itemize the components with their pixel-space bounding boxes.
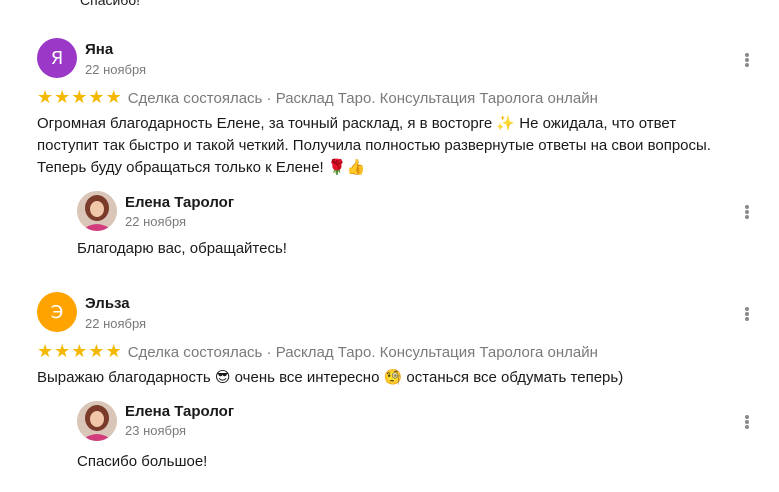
star-icon: ★ <box>88 87 105 108</box>
star-icon: ★ <box>88 341 105 362</box>
review-text: Огромная благодарность Елене, за точный … <box>37 113 711 179</box>
review-text-line: Выражаю благодарность 😎 очень все интере… <box>37 369 624 386</box>
review-text: Выражаю благодарность 😎 очень все интере… <box>37 367 623 389</box>
rating-stars: ★ ★ ★ ★ ★ <box>37 343 122 361</box>
more-options-icon[interactable] <box>740 413 754 431</box>
rating-stars: ★ ★ ★ ★ ★ <box>37 89 122 107</box>
seller-avatar[interactable] <box>77 191 117 231</box>
star-icon: ★ <box>105 341 122 362</box>
review-author[interactable]: Яна <box>85 41 113 58</box>
more-options-icon[interactable] <box>740 51 754 69</box>
rating-row: ★ ★ ★ ★ ★ Сделка состоялась · Расклад Та… <box>37 342 598 362</box>
reply-author[interactable]: Елена Таролог <box>125 403 234 420</box>
reply-text: Благодарю вас, обращайтесь! <box>77 240 287 257</box>
review-text-line: Теперь буду обращаться только к Елене! 🌹… <box>37 159 366 176</box>
reply-date: 22 ноября <box>125 214 187 229</box>
reply-date: 23 ноября <box>125 423 187 438</box>
deal-status: Сделка состоялась · Расклад Таро. Консул… <box>127 89 598 107</box>
seller-avatar[interactable] <box>77 401 117 441</box>
rating-row: ★ ★ ★ ★ ★ Сделка состоялась · Расклад Та… <box>37 88 598 108</box>
reply-text: Спасибо большое! <box>77 453 208 470</box>
avatar[interactable]: Я <box>37 38 77 78</box>
deal-status: Сделка состоялась · Расклад Таро. Консул… <box>127 343 598 361</box>
previous-reply-text: Спасибо! <box>80 0 140 8</box>
review-date: 22 ноября <box>85 316 147 331</box>
star-icon: ★ <box>54 341 71 362</box>
more-options-icon[interactable] <box>740 203 754 221</box>
review-author[interactable]: Эльза <box>85 295 130 312</box>
avatar[interactable]: Э <box>37 292 77 332</box>
review-date: 22 ноября <box>85 62 147 77</box>
reply-author[interactable]: Елена Таролог <box>125 194 234 211</box>
review-text-line: поступит так быстро и такой четкий. Полу… <box>37 137 711 154</box>
more-options-icon[interactable] <box>740 305 754 323</box>
star-icon: ★ <box>54 87 71 108</box>
star-icon: ★ <box>71 341 88 362</box>
star-icon: ★ <box>37 341 54 362</box>
star-icon: ★ <box>71 87 88 108</box>
review-text-line: Огромная благодарность Елене, за точный … <box>37 115 677 132</box>
star-icon: ★ <box>37 87 54 108</box>
star-icon: ★ <box>105 87 122 108</box>
